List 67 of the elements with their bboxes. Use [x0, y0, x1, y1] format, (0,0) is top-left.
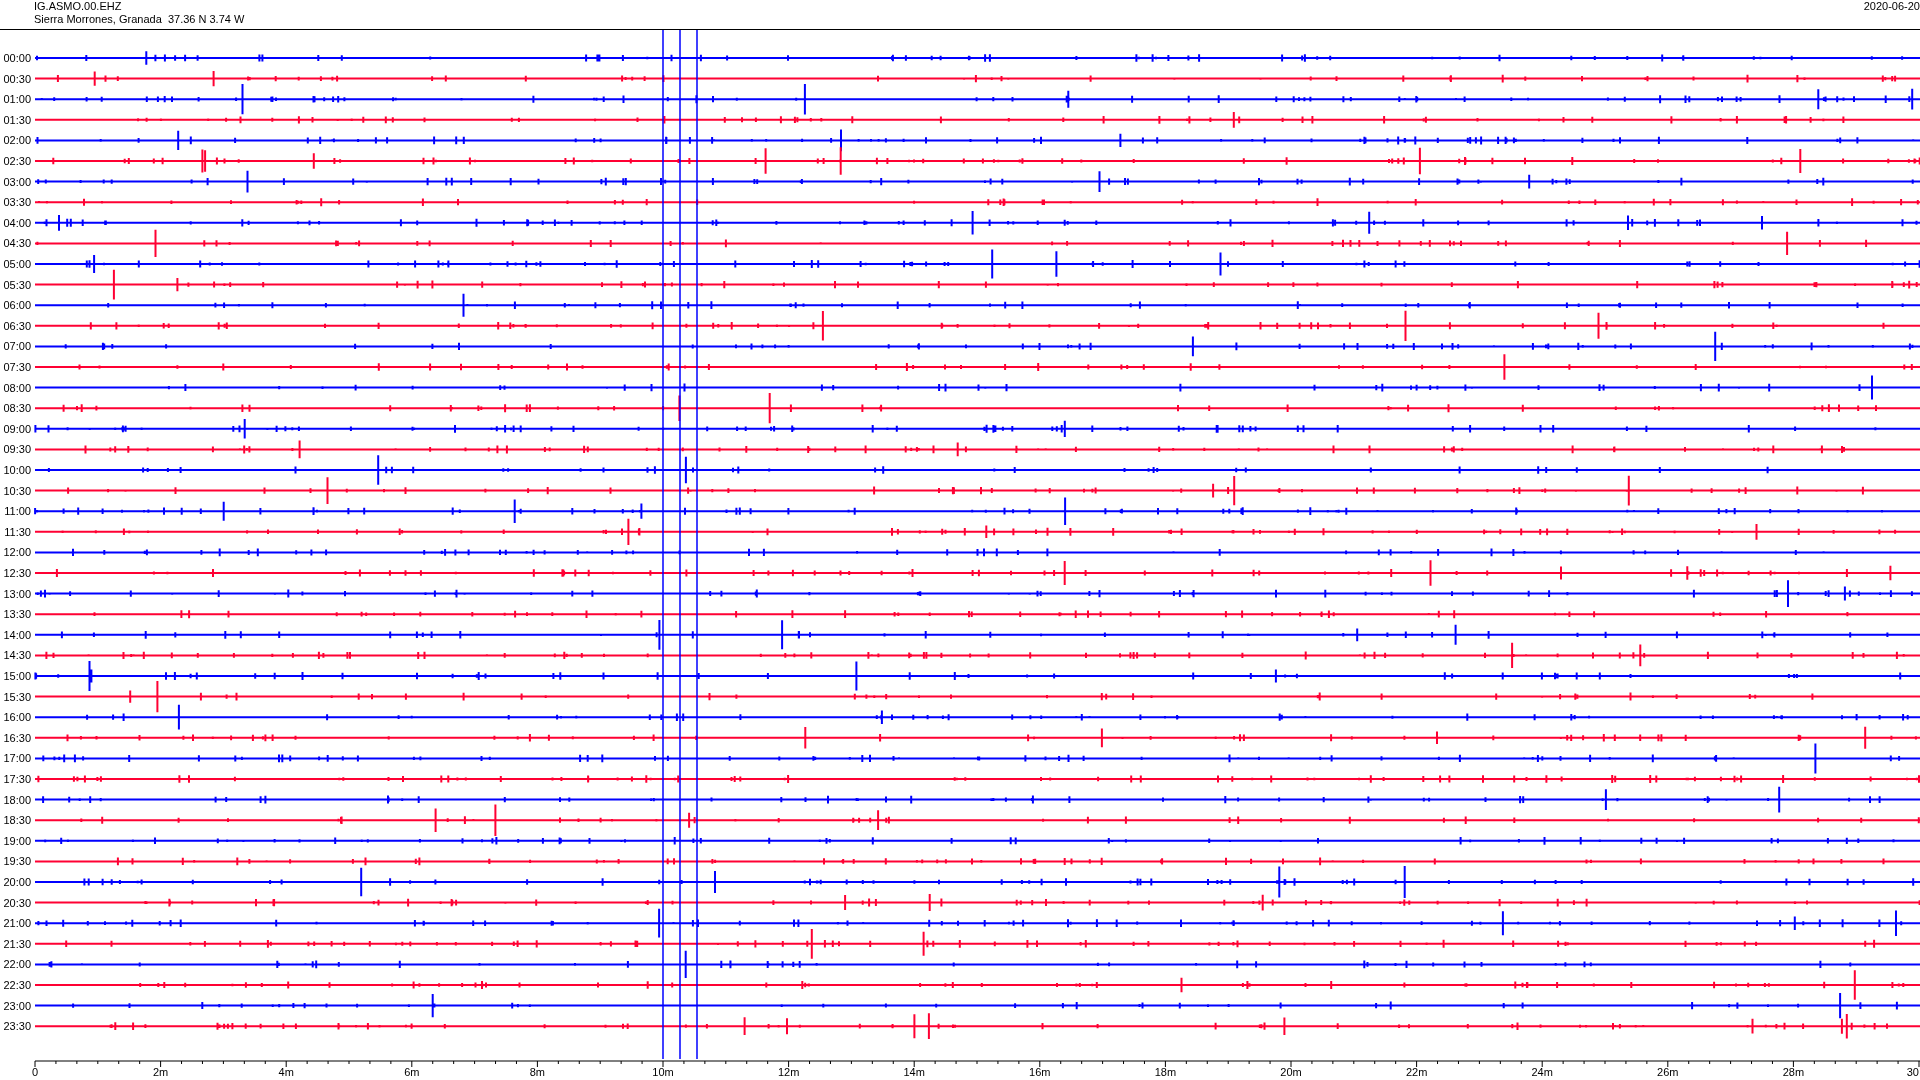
- axis-label: 2m: [152, 1066, 169, 1078]
- time-label: 08:00: [3, 381, 31, 394]
- axis-label: 8m: [529, 1066, 546, 1078]
- time-label: 09:00: [3, 422, 31, 435]
- time-label: 03:00: [3, 175, 31, 188]
- time-label: 18:00: [3, 793, 31, 806]
- time-label: 22:00: [3, 958, 31, 971]
- time-label: 16:30: [3, 731, 31, 744]
- time-label: 04:30: [3, 237, 31, 250]
- time-label: 12:30: [3, 567, 31, 579]
- time-label: 12:00: [3, 546, 31, 559]
- time-label: 18:30: [3, 814, 31, 827]
- time-label: 00:00: [3, 52, 31, 64]
- station-location: Sierra Morrones, Granada 37.36 N 3.74 W: [34, 13, 245, 26]
- date-label: 2020-06-20: [1863, 0, 1920, 14]
- time-label: 10:00: [3, 464, 31, 476]
- time-label: 05:30: [3, 278, 31, 291]
- time-label: 16:00: [3, 711, 31, 724]
- time-label: 17:30: [3, 773, 31, 785]
- time-label: 13:00: [3, 587, 31, 600]
- time-label: 19:00: [3, 834, 31, 847]
- time-label: 20:00: [3, 876, 31, 888]
- axis-label: 26m: [1657, 1066, 1679, 1078]
- time-label: 05:00: [3, 258, 31, 270]
- time-label: 01:30: [3, 113, 31, 126]
- axis-label: 24m: [1531, 1066, 1553, 1078]
- time-label: 07:00: [3, 340, 31, 353]
- time-label: 13:30: [3, 608, 31, 621]
- time-label: 02:00: [3, 134, 31, 147]
- time-label: 22:30: [3, 979, 31, 991]
- axis-label: 16m: [1029, 1066, 1051, 1078]
- axis-label: 18m: [1154, 1066, 1177, 1078]
- time-label: 21:00: [3, 917, 31, 930]
- time-label: 07:30: [3, 361, 31, 373]
- time-label: 20:30: [3, 896, 31, 909]
- axis-label: 22m: [1405, 1066, 1428, 1078]
- time-label: 19:30: [3, 855, 31, 868]
- axis-label: 12m: [777, 1066, 800, 1078]
- time-label: 11:00: [4, 505, 31, 518]
- station-code: IG.ASMO.00.EHZ: [34, 0, 123, 13]
- time-label: 17:00: [3, 752, 31, 765]
- axis-label: 6m: [404, 1066, 420, 1078]
- axis-label: 20m: [1280, 1066, 1302, 1078]
- time-label: 04:00: [3, 216, 31, 229]
- axis-label: 28m: [1782, 1066, 1805, 1078]
- time-label: 10:30: [3, 484, 31, 497]
- axis-label: 30: [1906, 1066, 1919, 1078]
- time-label: 14:30: [3, 649, 31, 662]
- axis-label: 10m: [652, 1066, 674, 1078]
- time-label: 06:30: [3, 319, 31, 332]
- time-label: 06:00: [3, 299, 31, 312]
- time-label: 02:30: [3, 155, 31, 167]
- time-label: 01:00: [3, 93, 31, 106]
- time-label: 09:30: [3, 443, 31, 456]
- time-label: 23:30: [3, 1020, 31, 1033]
- axis-label: 0: [31, 1066, 39, 1078]
- time-label: 15:00: [3, 670, 31, 682]
- time-label: 03:30: [3, 196, 31, 209]
- time-label: 00:30: [3, 72, 31, 85]
- time-label: 21:30: [3, 937, 31, 950]
- time-label: 15:30: [3, 690, 31, 703]
- time-label: 14:00: [3, 628, 31, 641]
- axis-label: 4m: [278, 1066, 294, 1078]
- time-label: 11:30: [4, 525, 31, 538]
- time-label: 23:00: [3, 999, 31, 1012]
- time-label: 08:30: [3, 402, 31, 415]
- axis-label: 14m: [903, 1066, 925, 1078]
